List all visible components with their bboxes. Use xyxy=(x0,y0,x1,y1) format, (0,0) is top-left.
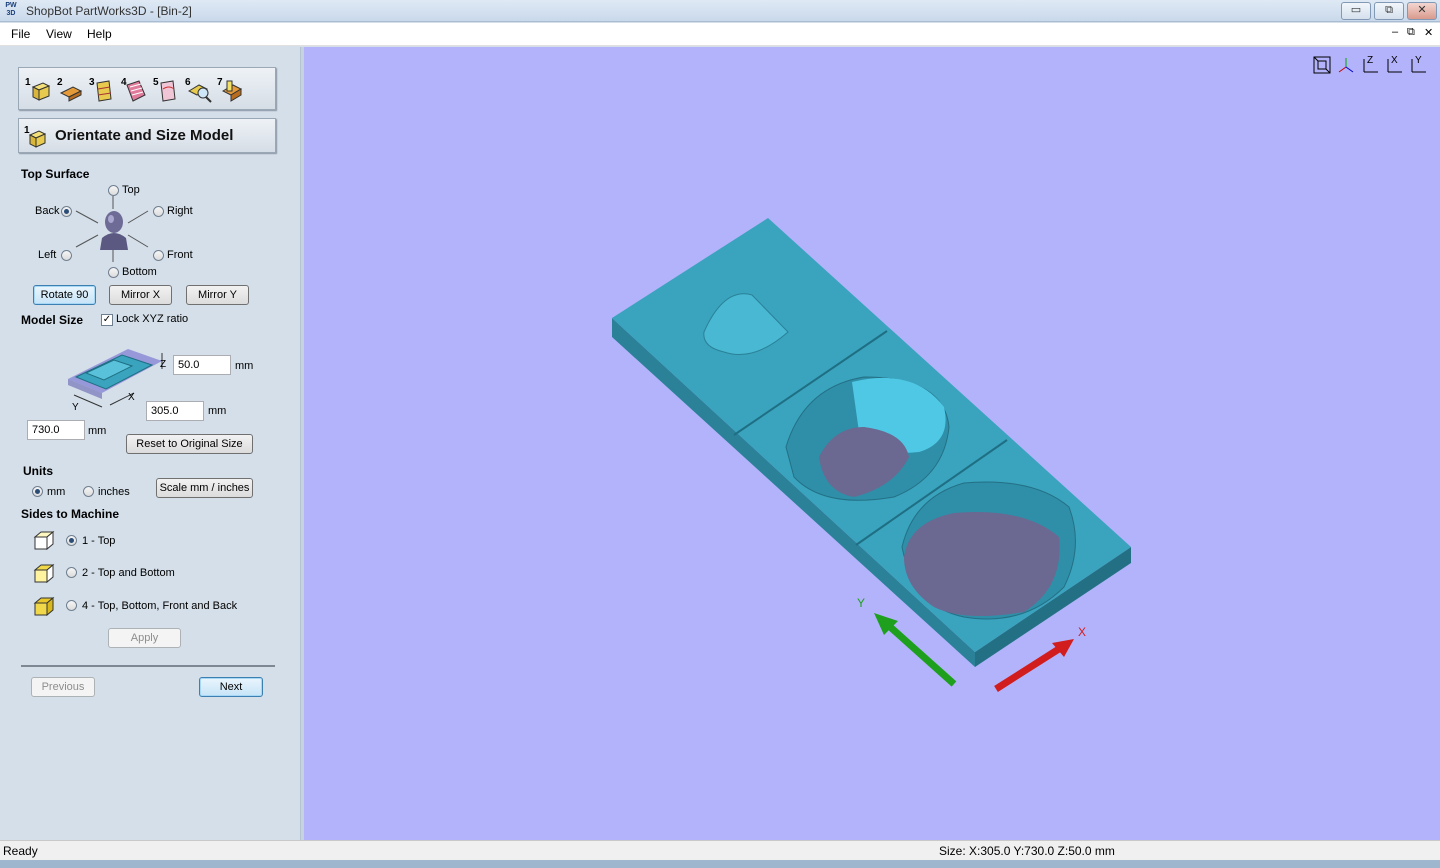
sides-4-radio[interactable] xyxy=(66,600,77,611)
axis-z-label: Z xyxy=(160,359,167,370)
left-panel: 1 2 3 4 5 6 7 1 Orientate and Size Model… xyxy=(0,47,300,840)
status-text: Ready xyxy=(3,844,38,858)
minimize-button[interactable]: ▭ xyxy=(1341,2,1371,20)
step-6-preview-icon[interactable]: 6 xyxy=(185,77,213,103)
size-x-input[interactable]: 305.0 xyxy=(146,401,204,421)
top-surface-front-label: Front xyxy=(167,249,193,261)
apply-button[interactable]: Apply xyxy=(108,628,181,648)
cavity-3-floor xyxy=(904,512,1060,616)
y-axis-label: Y xyxy=(857,596,866,610)
previous-button[interactable]: Previous xyxy=(31,677,95,697)
top-surface-left-radio[interactable] xyxy=(61,250,72,261)
size-z-input[interactable]: 50.0 xyxy=(173,355,231,375)
step-5-finishing-icon[interactable]: 5 xyxy=(153,77,181,103)
units-inches-radio[interactable] xyxy=(83,486,94,497)
top-surface-back-label: Back xyxy=(35,205,60,217)
size-y-input[interactable]: 730.0 xyxy=(27,420,85,440)
window-title: ShopBot PartWorks3D - [Bin-2] xyxy=(26,4,192,18)
status-bar: Ready Size: X:305.0 Y:730.0 Z:50.0 mm xyxy=(0,840,1440,860)
model-size-heading: Model Size xyxy=(21,313,84,327)
status-size: Size: X:305.0 Y:730.0 Z:50.0 mm xyxy=(939,844,1115,858)
top-surface-right-radio[interactable] xyxy=(153,206,164,217)
step-7-save-toolpath-icon[interactable]: 7 xyxy=(217,77,245,103)
axis-x-label: X xyxy=(128,392,135,403)
step-3-slice-icon[interactable]: 3 xyxy=(89,77,117,103)
cube-two-sides-icon xyxy=(33,562,55,584)
top-surface-back-radio[interactable] xyxy=(61,206,72,217)
sides-1-radio[interactable] xyxy=(66,535,77,546)
step-1-orientate-icon[interactable]: 1 xyxy=(25,77,53,103)
reset-original-size-button[interactable]: Reset to Original Size xyxy=(126,434,253,454)
mdi-restore-button[interactable]: ⧉ xyxy=(1407,26,1415,39)
app-icon: PW 3D xyxy=(5,2,17,17)
units-heading: Units xyxy=(23,464,53,478)
top-surface-bottom-label: Bottom xyxy=(122,266,157,278)
step-4-roughing-icon[interactable]: 4 xyxy=(121,77,149,103)
units-inches-label: inches xyxy=(98,486,130,498)
mdi-minimize-button[interactable]: – xyxy=(1392,26,1398,38)
top-surface-bottom-radio[interactable] xyxy=(108,267,119,278)
sides-2-radio[interactable] xyxy=(66,567,77,578)
sides-1-label: 1 - Top xyxy=(82,535,116,547)
size-y-unit: mm xyxy=(88,425,107,437)
x-axis-label: X xyxy=(1078,625,1087,639)
size-z-unit: mm xyxy=(235,360,254,372)
panel-divider xyxy=(21,665,275,667)
3d-model xyxy=(612,218,1131,692)
top-surface-top-radio[interactable] xyxy=(108,185,119,196)
title-bar: PW 3D ShopBot PartWorks3D - [Bin-2] ▭ ⧉ … xyxy=(0,0,1440,22)
x-axis-arrow xyxy=(994,644,1064,692)
lock-xyz-label: Lock XYZ ratio xyxy=(116,313,189,325)
scale-mm-inches-button[interactable]: Scale mm / inches xyxy=(156,478,253,498)
top-surface-left-label: Left xyxy=(38,249,57,261)
menu-view[interactable]: View xyxy=(46,27,72,41)
menu-help[interactable]: Help xyxy=(87,27,112,41)
restore-button[interactable]: ⧉ xyxy=(1374,2,1404,20)
top-surface-right-label: Right xyxy=(167,205,193,217)
top-surface-top-label: Top xyxy=(122,184,140,196)
orientate-section-icon: 1 xyxy=(24,125,48,149)
head-model-icon xyxy=(100,211,128,250)
sides-to-machine-heading: Sides to Machine xyxy=(21,507,120,521)
step-2-position-icon[interactable]: 2 xyxy=(57,77,85,103)
close-button[interactable]: ✕ xyxy=(1407,2,1437,20)
next-button[interactable]: Next xyxy=(199,677,263,697)
3d-viewport[interactable]: Z X Y Y X xyxy=(304,47,1440,840)
lock-xyz-checkbox[interactable]: ✓ xyxy=(101,314,113,326)
mdi-close-button[interactable]: ✕ xyxy=(1424,26,1433,39)
cube-four-sides-icon xyxy=(33,595,55,617)
section-title: Orientate and Size Model xyxy=(55,127,234,144)
menu-file[interactable]: File xyxy=(11,27,30,41)
units-mm-radio[interactable] xyxy=(32,486,43,497)
sides-4-label: 4 - Top, Bottom, Front and Back xyxy=(82,600,238,612)
step-toolbar: 1 2 3 4 5 6 7 xyxy=(18,67,276,110)
menu-bar: File View Help – ⧉ ✕ xyxy=(0,23,1440,46)
axis-y-label: Y xyxy=(72,402,79,413)
taskbar-edge xyxy=(0,860,1440,868)
rotate-90-button[interactable]: Rotate 90 xyxy=(33,285,96,305)
top-surface-front-radio[interactable] xyxy=(153,250,164,261)
size-x-unit: mm xyxy=(208,405,227,417)
units-mm-label: mm xyxy=(47,486,66,498)
mirror-x-button[interactable]: Mirror X xyxy=(109,285,172,305)
top-surface-heading: Top Surface xyxy=(21,167,90,181)
sides-2-label: 2 - Top and Bottom xyxy=(82,567,175,579)
mirror-y-button[interactable]: Mirror Y xyxy=(186,285,249,305)
cube-one-side-icon xyxy=(33,529,55,551)
section-header: 1 Orientate and Size Model xyxy=(18,118,276,153)
